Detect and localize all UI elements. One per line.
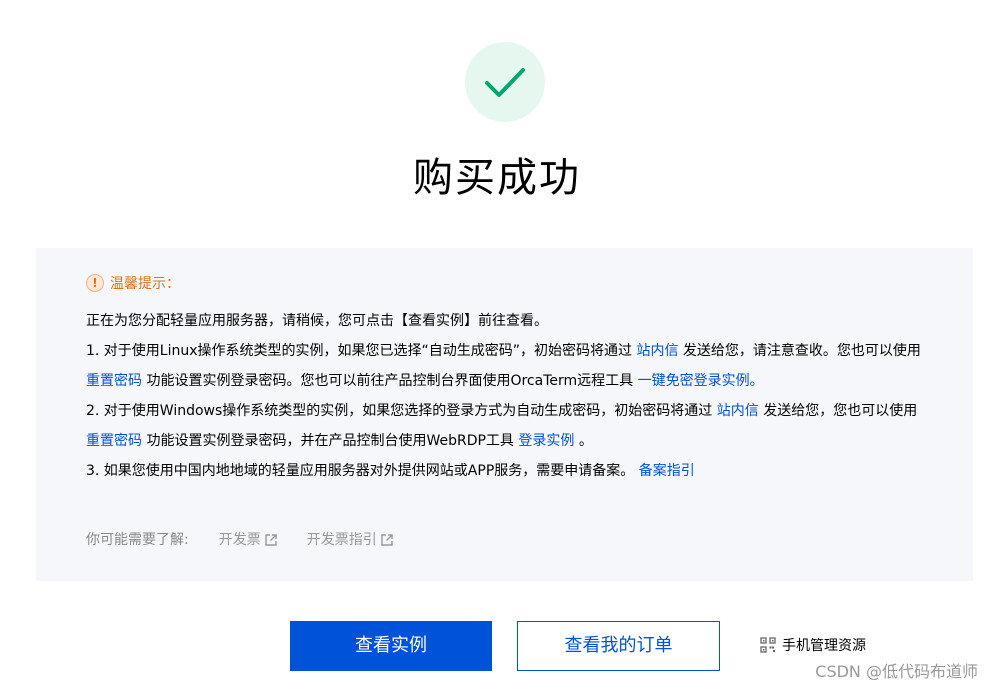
tips-text: 发送给您，您也可以使用 bbox=[758, 403, 918, 419]
tips-text: 3. 如果您使用中国内地地域的轻量应用服务器对外提供网站或APP服务，需要申请备… bbox=[86, 463, 639, 479]
tips-text: 功能设置实例登录密码。您也可以前往产品控制台界面使用OrcaTerm远程工具 bbox=[142, 373, 638, 389]
tips-panel: ! 温馨提示： 正在为您分配轻量应用服务器，请稍候，您可点击【查看实例】前往查看… bbox=[36, 248, 973, 581]
related-links-label: 你可能需要了解: bbox=[86, 532, 189, 548]
invoice-guide-link[interactable]: 开发票指引 bbox=[307, 530, 393, 550]
warning-icon: ! bbox=[86, 274, 104, 292]
external-link-icon bbox=[381, 534, 393, 546]
tips-intro: 正在为您分配轻量应用服务器，请稍候，您可点击【查看实例】前往查看。 bbox=[86, 313, 548, 329]
reset-password-link[interactable]: 重置密码 bbox=[86, 433, 142, 449]
reset-password-link[interactable]: 重置密码 bbox=[86, 373, 142, 389]
view-instance-button[interactable]: 查看实例 bbox=[290, 621, 492, 671]
invoice-link-label: 开发票 bbox=[218, 532, 261, 548]
one-click-login-link[interactable]: 一键免密登录实例。 bbox=[638, 373, 764, 389]
watermark: CSDN @低代码布道师 bbox=[815, 662, 978, 681]
tips-text: 发送给您，请注意查收。您也可以使用 bbox=[678, 343, 921, 359]
tips-item-filing: 3. 如果您使用中国内地地域的轻量应用服务器对外提供网站或APP服务，需要申请备… bbox=[86, 456, 926, 486]
tips-item-linux: 1. 对于使用Linux操作系统类型的实例，如果您已选择“自动生成密码”，初始密… bbox=[86, 336, 926, 396]
tips-header: ! 温馨提示： bbox=[86, 272, 180, 294]
external-link-icon bbox=[265, 534, 277, 546]
tips-body: 正在为您分配轻量应用服务器，请稍候，您可点击【查看实例】前往查看。 1. 对于使… bbox=[86, 306, 926, 486]
mobile-manage-link[interactable]: 手机管理资源 bbox=[760, 635, 866, 655]
page-title: 购买成功 bbox=[413, 155, 581, 201]
success-check-icon bbox=[465, 42, 545, 122]
tips-item-windows: 2. 对于使用Windows操作系统类型的实例，如果您选择的登录方式为自动生成密… bbox=[86, 396, 926, 456]
site-message-link[interactable]: 站内信 bbox=[717, 403, 759, 419]
invoice-link[interactable]: 开发票 bbox=[219, 530, 277, 550]
tips-label: 温馨提示： bbox=[110, 276, 180, 292]
qr-code-icon bbox=[760, 637, 776, 653]
view-orders-button[interactable]: 查看我的订单 bbox=[517, 621, 720, 671]
login-instance-link[interactable]: 登录实例 bbox=[518, 433, 574, 449]
invoice-guide-link-label: 开发票指引 bbox=[306, 532, 377, 548]
tips-text: 2. 对于使用Windows操作系统类型的实例，如果您选择的登录方式为自动生成密… bbox=[86, 403, 717, 419]
site-message-link[interactable]: 站内信 bbox=[636, 343, 678, 359]
related-links: 你可能需要了解: 开发票 开发票指引 bbox=[86, 530, 393, 550]
check-icon bbox=[485, 68, 525, 97]
tips-text: 功能设置实例登录密码，并在产品控制台使用WebRDP工具 bbox=[142, 433, 519, 449]
purchase-success-page: 购买成功 ! 温馨提示： 正在为您分配轻量应用服务器，请稍候，您可点击【查看实例… bbox=[0, 0, 994, 691]
mobile-manage-label: 手机管理资源 bbox=[782, 638, 866, 654]
tips-text: 。 bbox=[574, 433, 593, 449]
tips-text: 1. 对于使用Linux操作系统类型的实例，如果您已选择“自动生成密码”，初始密… bbox=[86, 343, 637, 359]
filing-guide-link[interactable]: 备案指引 bbox=[639, 463, 695, 479]
